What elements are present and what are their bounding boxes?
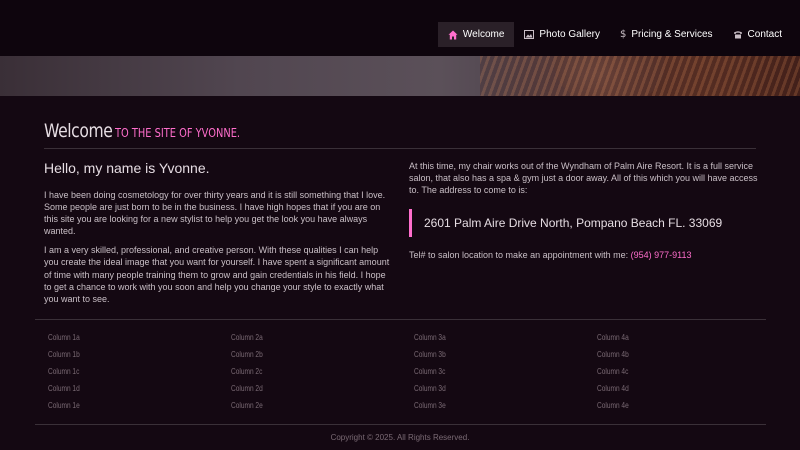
footer-link[interactable]: Column 3d	[414, 383, 564, 400]
nav-pricing-services[interactable]: $ Pricing & Services	[610, 22, 723, 47]
nav-label: Pricing & Services	[631, 29, 713, 40]
footer-link[interactable]: Column 4a	[597, 332, 737, 349]
phone-label: Tel# to salon location to make an appoin…	[409, 250, 631, 261]
phone-line: Tel# to salon location to make an appoin…	[409, 250, 759, 260]
address-blockquote: 2601 Palm Aire Drive North, Pompano Beac…	[409, 209, 759, 238]
hero-banner-image	[0, 56, 800, 96]
location-column: At this time, my chair works out of the …	[409, 160, 759, 260]
footer-link[interactable]: Column 2e	[231, 400, 381, 417]
nav-label: Welcome	[462, 29, 505, 40]
footer-column-2: Column 2a Column 2b Column 2c Column 2d …	[231, 332, 414, 417]
footer-link[interactable]: Column 2a	[231, 332, 381, 349]
greeting-heading: Hello, my name is Yvonne.	[44, 160, 210, 176]
main-nav: Welcome Photo Gallery $ Pricing & Servic…	[437, 22, 792, 47]
footer-divider-bottom	[35, 424, 766, 425]
phone-link[interactable]: (954) 977-9113	[631, 250, 692, 260]
footer-link[interactable]: Column 1b	[48, 349, 198, 366]
image-icon	[524, 30, 535, 39]
page-subtitle: to the site of Yvonne.	[115, 126, 241, 140]
copyright-text: Copyright © 2025. All Rights Reserved.	[330, 433, 470, 442]
footer-column-3: Column 3a Column 3b Column 3c Column 3d …	[414, 332, 597, 417]
footer-link[interactable]: Column 4c	[597, 366, 737, 383]
footer-link[interactable]: Column 1d	[48, 383, 198, 400]
footer-link[interactable]: Column 1a	[48, 332, 198, 349]
nav-welcome[interactable]: Welcome	[437, 22, 515, 47]
footer-link[interactable]: Column 2d	[231, 383, 381, 400]
home-icon	[448, 30, 458, 40]
nav-photo-gallery[interactable]: Photo Gallery	[514, 22, 610, 47]
footer-link[interactable]: Column 4b	[597, 349, 737, 366]
intro-column: Hello, my name is Yvonne. I have been do…	[44, 160, 394, 312]
footer-link[interactable]: Column 1e	[48, 400, 198, 417]
footer-link[interactable]: Column 3c	[414, 366, 564, 383]
footer-link[interactable]: Column 3b	[414, 349, 564, 366]
location-paragraph: At this time, my chair works out of the …	[409, 161, 758, 196]
intro-paragraph-2: I am a very skilled, professional, and c…	[44, 245, 390, 304]
footer-link[interactable]: Column 4e	[597, 400, 737, 417]
page-heading: Welcome to the site of Yvonne.	[44, 120, 756, 149]
nav-contact[interactable]: Contact	[723, 22, 792, 47]
footer-link[interactable]: Column 3a	[414, 332, 564, 349]
footer-link[interactable]: Column 4d	[597, 383, 737, 400]
footer-column-4: Column 4a Column 4b Column 4c Column 4d …	[597, 332, 768, 417]
page-title: Welcome	[44, 120, 113, 142]
footer-link[interactable]: Column 2b	[231, 349, 381, 366]
footer-link[interactable]: Column 2c	[231, 366, 381, 383]
phone-icon	[733, 30, 743, 39]
footer-link[interactable]: Column 1c	[48, 366, 198, 383]
intro-paragraph-1: I have been doing cosmetology for over t…	[44, 190, 386, 237]
footer-columns: Column 1a Column 1b Column 1c Column 1d …	[48, 332, 768, 417]
footer-divider	[35, 319, 766, 320]
top-nav-bar: Welcome Photo Gallery $ Pricing & Servic…	[0, 0, 800, 56]
footer-column-1: Column 1a Column 1b Column 1c Column 1d …	[48, 332, 231, 417]
nav-label: Photo Gallery	[539, 29, 601, 40]
footer-link[interactable]: Column 3e	[414, 400, 564, 417]
dollar-icon: $	[620, 29, 627, 40]
nav-label: Contact	[747, 29, 782, 40]
